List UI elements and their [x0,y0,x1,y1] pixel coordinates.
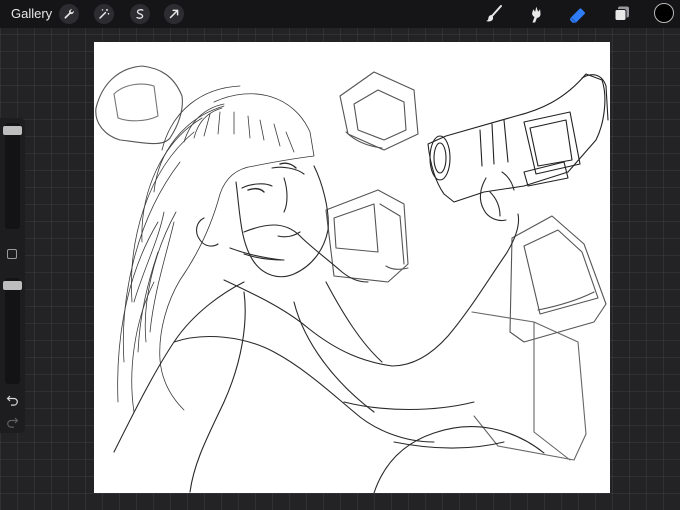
girl-hair-drawing [117,85,315,413]
tv-drawing-right [509,215,607,343]
wrench-icon[interactable] [59,4,79,24]
girl-face-drawing [195,162,329,278]
drawing-canvas[interactable] [94,42,610,493]
smudge-icon[interactable] [526,4,546,24]
modify-button[interactable] [7,249,17,259]
selection-icon[interactable] [130,4,150,24]
color-swatch[interactable] [654,3,674,23]
tv-drawing-top-left [95,65,183,145]
line-art-illustration [95,65,609,493]
gallery-button[interactable]: Gallery [11,6,52,21]
brush-icon[interactable] [484,4,504,24]
opacity-slider-thumb[interactable] [3,281,22,290]
undo-icon[interactable] [6,394,19,407]
video-camera-drawing [427,73,609,203]
left-sidebar [0,118,25,433]
eraser-icon[interactable] [568,4,588,24]
box-drawing-bottom-right [471,311,587,461]
layers-icon[interactable] [612,4,632,24]
transform-arrow-icon[interactable] [164,4,184,24]
girl-arms-drawing [223,171,520,367]
brush-size-slider[interactable] [3,123,22,229]
top-toolbar: Gallery [0,0,680,28]
cube-drawing-top [339,71,419,151]
magic-wand-icon[interactable] [94,4,114,24]
opacity-slider[interactable] [3,278,22,384]
redo-icon[interactable] [6,416,19,429]
brush-size-slider-thumb[interactable] [3,126,22,135]
